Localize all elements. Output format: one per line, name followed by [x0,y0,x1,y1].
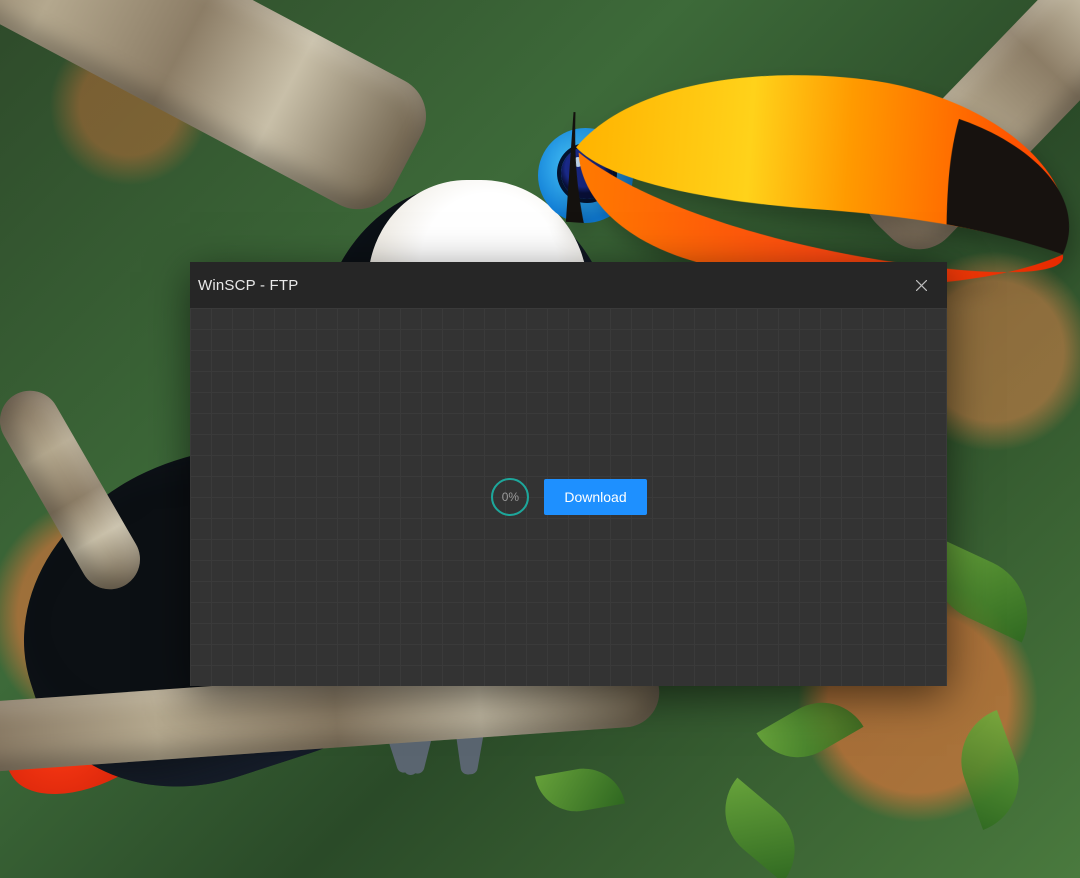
leaf-decoration [705,778,816,878]
download-dialog: WinSCP - FTP 0% Download [190,262,947,686]
progress-percent-label: 0% [490,477,530,517]
leaf-decoration [535,762,625,818]
progress-indicator: 0% [490,477,530,517]
dialog-titlebar[interactable]: WinSCP - FTP [190,262,947,308]
download-button[interactable]: Download [544,479,646,515]
dialog-body: 0% Download [190,308,947,686]
dialog-title: WinSCP - FTP [198,277,298,294]
close-icon [916,280,927,291]
close-button[interactable] [899,270,943,300]
